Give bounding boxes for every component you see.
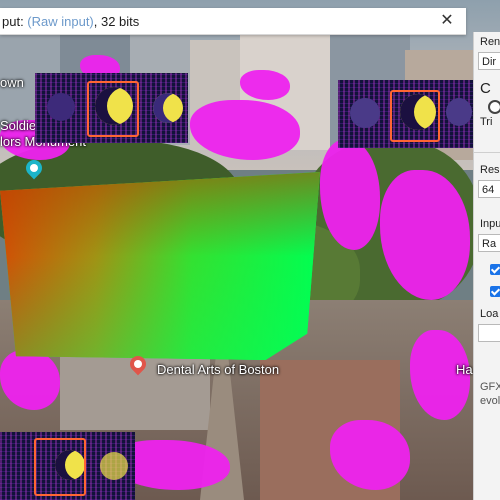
map-label-dental[interactable]: Dental Arts of Boston	[157, 362, 279, 377]
selection-box[interactable]	[34, 438, 86, 496]
selection-box[interactable]	[390, 90, 440, 142]
feature-thumbnail[interactable]	[0, 432, 135, 500]
title-highlight: (Raw input)	[27, 14, 94, 29]
map-label-ha[interactable]: Ha	[456, 362, 473, 377]
dialog-title: put: (Raw input), 32 bits	[2, 14, 139, 29]
render-label: Ren	[480, 36, 500, 48]
moon-icon	[153, 93, 183, 123]
dialog-titlebar[interactable]: put: (Raw input), 32 bits ✕	[0, 8, 466, 35]
load-field[interactable]	[478, 324, 500, 342]
input-label: Inpu	[480, 218, 500, 230]
feature-circle	[446, 98, 472, 126]
title-prefix: put:	[2, 14, 28, 29]
panel-divider	[474, 152, 500, 153]
title-suffix: , 32 bits	[93, 14, 140, 29]
selection-box[interactable]	[87, 81, 139, 137]
feature-circle	[47, 93, 75, 121]
checkbox-icon[interactable]	[490, 264, 500, 275]
feature-circle	[350, 98, 380, 128]
direction-select[interactable]: Dir	[478, 52, 500, 70]
panel-heading: C	[480, 80, 491, 97]
radio-icon[interactable]	[488, 100, 500, 114]
footer-line-2: evolu	[480, 395, 500, 407]
input-select[interactable]: Ra	[478, 234, 500, 252]
pin-dot	[132, 358, 144, 370]
resolution-label: Res	[480, 164, 500, 176]
feature-thumbnail[interactable]	[35, 73, 188, 143]
resolution-select[interactable]: 64	[478, 180, 500, 198]
checkbox-icon[interactable]	[490, 286, 500, 297]
tri-label: Tri	[480, 116, 493, 128]
footer-line-1: GFXT	[480, 381, 500, 393]
load-label: Loa	[480, 308, 499, 320]
projection-plane	[0, 172, 320, 360]
pin-dot	[28, 162, 40, 174]
feature-circle	[100, 452, 128, 480]
settings-panel: Ren Dir C Tri Res 64 Inpu Ra Loa GFXT ev…	[473, 32, 500, 500]
feature-thumbnail[interactable]	[338, 80, 473, 148]
close-icon[interactable]: ✕	[436, 10, 458, 32]
map-label-town[interactable]: own	[0, 75, 24, 90]
